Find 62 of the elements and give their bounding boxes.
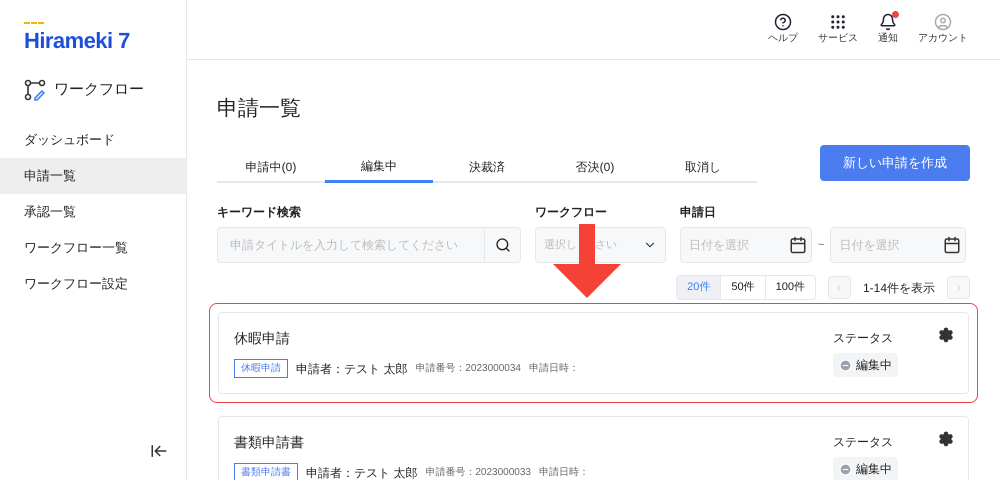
page-title: 申請一覧 (217, 96, 302, 121)
keyword-input[interactable]: 申請タイトルを入力して検索してください (218, 228, 484, 262)
range-text: 1-14件を表示 (862, 280, 935, 296)
status-label: ステータス (833, 434, 894, 451)
sidebar-item[interactable]: ワークフロー設定 (0, 266, 186, 302)
date-input[interactable]: 日付を選択 (689, 236, 789, 254)
user-icon (934, 13, 952, 31)
request-number: 申請番号：2023000033 (425, 466, 531, 480)
workflow-icon (24, 79, 46, 101)
field-label: 申請日 (680, 204, 717, 221)
help-icon (774, 13, 792, 31)
sidebar-item[interactable]: 承認一覧 (0, 194, 186, 230)
request-number: 申請番号：2023000034 (415, 362, 521, 376)
collapse-icon[interactable] (150, 442, 168, 460)
header-action[interactable]: ヘルプ (764, 13, 802, 46)
app-name: ワークフロー (54, 80, 144, 100)
status-chip: 編集中 (833, 457, 898, 480)
page-size-option[interactable]: 100件 (766, 276, 815, 299)
request-title: 書類申請書 (234, 433, 305, 452)
tab[interactable]: 決裁済 (433, 151, 541, 183)
header-action[interactable]: 通知 (874, 13, 902, 46)
search-icon[interactable] (494, 237, 510, 253)
tab[interactable]: 申請中(0) (217, 151, 325, 183)
keyword-search-field[interactable]: 申請タイトルを入力して検索してください (217, 227, 521, 263)
request-title: 休暇申請 (234, 329, 291, 348)
workflow-tag: 休暇申請 (234, 359, 288, 378)
applicant: 申請者：テスト 太郎 (306, 464, 418, 480)
date-field[interactable]: 日付を選択 (830, 227, 966, 263)
minus-circle-icon (839, 358, 852, 372)
status-chip: 編集中 (833, 353, 898, 377)
workflow-tag: 書類申請書 (234, 463, 298, 480)
tab[interactable]: 否決(0) (541, 151, 649, 183)
select-placeholder: さい (595, 238, 617, 253)
applicant: 申請者：テスト 太郎 (296, 360, 408, 378)
status-label: ステータス (833, 330, 894, 347)
request-card[interactable]: 休暇申請 休暇申請 申請者：テスト 太郎 申請番号：2023000034 申請日時： ステータス 編集中 (209, 303, 978, 403)
header-action[interactable]: アカウント (914, 13, 972, 46)
calendar-icon[interactable] (943, 236, 962, 254)
select-placeholder: 選択し (544, 238, 577, 253)
grid-icon (829, 13, 847, 31)
page-size-option[interactable]: 50件 (721, 276, 766, 299)
date-input[interactable]: 日付を選択 (839, 236, 944, 254)
field-label: ワークフロー (535, 204, 608, 221)
sidebar-item[interactable]: 申請一覧 (0, 158, 186, 194)
date-separator: ~ (818, 238, 824, 253)
sidebar-item[interactable]: ワークフロー一覧 (0, 230, 186, 266)
request-date: 申請日時： (528, 362, 579, 376)
request-card[interactable]: 書類申請書 書類申請書 申請者：テスト 太郎 申請番号：2023000033 申請日時： ステータス 編集中 (209, 407, 978, 480)
create-request-button[interactable]: 新しい申請を作成 (820, 145, 970, 181)
settings-icon[interactable] (938, 431, 954, 447)
bell-icon (879, 13, 897, 31)
date-field[interactable]: 日付を選択 (680, 227, 812, 263)
field-label: キーワード検索 (217, 204, 302, 221)
sidebar-item[interactable]: ダッシュボード (0, 122, 186, 158)
request-date: 申請日時： (538, 466, 589, 480)
calendar-icon[interactable] (789, 236, 807, 254)
tab[interactable]: 取消し (649, 151, 757, 183)
header-action[interactable]: サービス (814, 13, 862, 46)
minus-circle-icon (839, 462, 852, 476)
logo: Hirameki 7 (24, 22, 130, 56)
tab[interactable]: 編集中 (325, 151, 433, 183)
settings-icon[interactable] (938, 327, 954, 343)
